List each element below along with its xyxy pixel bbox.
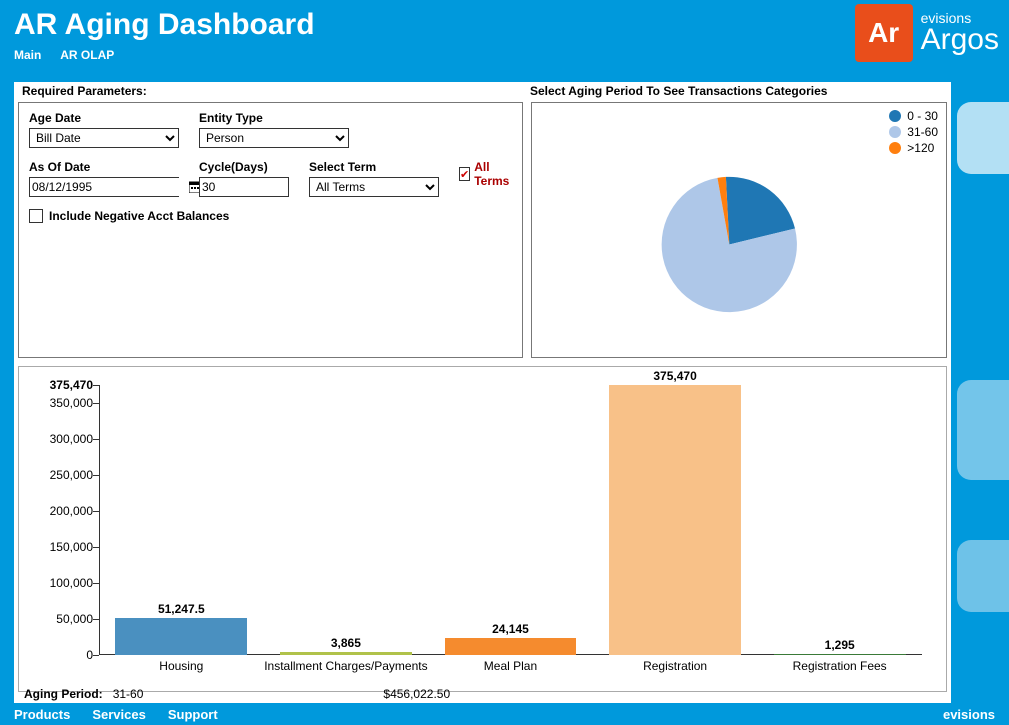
entity-type-select[interactable]: Person — [199, 128, 349, 148]
bar-slot: 51,247.5Housing — [99, 385, 264, 655]
cycle-label: Cycle(Days) — [199, 160, 289, 174]
bar-x-label: Meal Plan — [428, 655, 593, 673]
entity-type-label: Entity Type — [199, 111, 349, 125]
bar-panel: 375,470 350,000 300,000 250,000 200,000 150,0… — [18, 366, 947, 692]
all-terms-checkbox[interactable]: ✔ — [459, 167, 470, 181]
include-negative-checkbox[interactable] — [29, 209, 43, 223]
y-tick-label: 375,470 — [29, 378, 93, 392]
legend-swatch — [889, 126, 901, 138]
side-tab — [957, 540, 1009, 612]
bar-slot: 3,865Installment Charges/Payments — [264, 385, 429, 655]
breadcrumb-item[interactable]: Main — [14, 48, 41, 62]
logo-brand-large: Argos — [921, 25, 999, 55]
y-tick-label: 150,000 — [29, 540, 93, 554]
header: AR Aging Dashboard Main AR OLAP Ar evisi… — [0, 0, 1009, 80]
legend-swatch — [889, 142, 901, 154]
y-tick-label: 250,000 — [29, 468, 93, 482]
bar-value-label: 24,145 — [428, 622, 593, 636]
footer-brand: evisions — [943, 707, 995, 722]
all-terms-label: All Terms — [474, 160, 512, 188]
pie-panel: 0 - 30 31-60 >120 — [531, 102, 947, 358]
select-term-select[interactable]: All Terms — [309, 177, 439, 197]
bar-value-label: 1,295 — [757, 638, 922, 652]
y-tick-label: 200,000 — [29, 504, 93, 518]
legend-label: 0 - 30 — [907, 109, 938, 123]
bar-x-label: Registration — [593, 655, 758, 673]
pie-title: Select Aging Period To See Transactions … — [526, 82, 947, 102]
as-of-date-input[interactable] — [30, 178, 189, 196]
as-of-date-input-wrap[interactable] — [29, 177, 179, 197]
bar-value-label: 3,865 — [264, 636, 429, 650]
bar-slot: 375,470Registration — [593, 385, 758, 655]
include-negative-label: Include Negative Acct Balances — [49, 209, 229, 223]
footer-link-support[interactable]: Support — [168, 707, 218, 722]
legend-item[interactable]: >120 — [889, 141, 938, 155]
bar-chart[interactable]: 375,470350,000300,000250,000200,000150,0… — [99, 385, 922, 655]
legend-item[interactable]: 0 - 30 — [889, 109, 938, 123]
legend-label: 31-60 — [907, 125, 938, 139]
content: Required Parameters: Select Aging Period… — [14, 82, 951, 703]
page-title: AR Aging Dashboard — [14, 8, 995, 42]
bar-rect[interactable] — [445, 638, 577, 655]
aging-total: $456,022.50 — [383, 687, 450, 701]
bar-slot: 24,145Meal Plan — [428, 385, 593, 655]
params-title: Required Parameters: — [18, 82, 518, 102]
summary-bar: Aging Period: 31-60 $456,022.50 — [18, 685, 947, 703]
legend-label: >120 — [907, 141, 934, 155]
bar-value-label: 375,470 — [593, 369, 758, 383]
pie-chart[interactable] — [536, 107, 942, 353]
y-tick-label: 0 — [29, 648, 93, 662]
bar-rect[interactable] — [115, 618, 247, 655]
side-tab — [957, 380, 1009, 480]
bar-value-label: 51,247.5 — [99, 602, 264, 616]
age-date-label: Age Date — [29, 111, 179, 125]
logo-tile: Ar — [855, 4, 913, 62]
y-tick-label: 50,000 — [29, 612, 93, 626]
side-tab — [957, 102, 1009, 174]
breadcrumb-item[interactable]: AR OLAP — [60, 48, 114, 62]
legend-item[interactable]: 31-60 — [889, 125, 938, 139]
cycle-input[interactable] — [199, 177, 289, 197]
y-tick-label: 350,000 — [29, 396, 93, 410]
logo: Ar evisions Argos — [855, 4, 999, 62]
pie-legend: 0 - 30 31-60 >120 — [889, 109, 938, 157]
y-tick-label: 100,000 — [29, 576, 93, 590]
breadcrumb: Main AR OLAP — [14, 48, 995, 62]
footer: Products Services Support evisions — [0, 703, 1009, 725]
footer-link-services[interactable]: Services — [92, 707, 146, 722]
footer-link-products[interactable]: Products — [14, 707, 70, 722]
aging-period-value: 31-60 — [113, 687, 144, 701]
bar-x-label: Registration Fees — [757, 655, 922, 673]
bar-slot: 1,295Registration Fees — [757, 385, 922, 655]
params-panel: Age Date Bill Date Entity Type Person — [18, 102, 523, 358]
as-of-date-label: As Of Date — [29, 160, 179, 174]
bar-x-label: Housing — [99, 655, 264, 673]
select-term-label: Select Term — [309, 160, 439, 174]
legend-swatch — [889, 110, 901, 122]
age-date-select[interactable]: Bill Date — [29, 128, 179, 148]
bar-x-label: Installment Charges/Payments — [264, 655, 429, 673]
bar-rect[interactable] — [609, 385, 741, 655]
aging-period-label: Aging Period: — [24, 687, 103, 701]
y-tick-label: 300,000 — [29, 432, 93, 446]
